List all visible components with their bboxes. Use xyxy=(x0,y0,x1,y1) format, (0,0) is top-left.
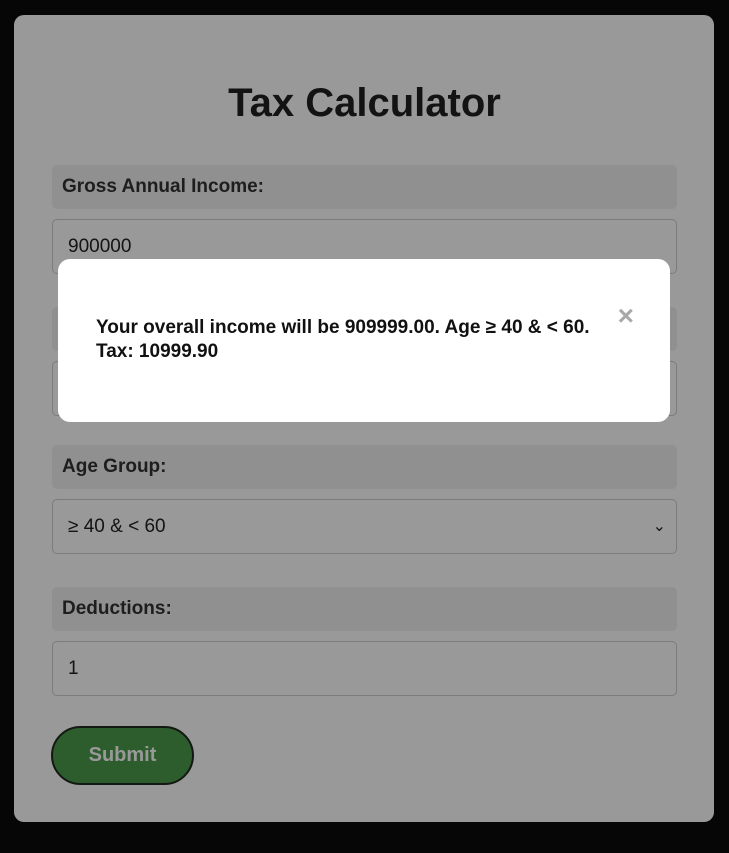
result-message: Your overall income will be 909999.00. A… xyxy=(96,317,590,362)
result-modal: Your overall income will be 909999.00. A… xyxy=(58,259,670,422)
page: Tax Calculator Gross Annual Income: 9000… xyxy=(0,0,729,853)
close-icon[interactable]: × xyxy=(618,301,634,331)
modal-overlay[interactable] xyxy=(0,0,729,853)
